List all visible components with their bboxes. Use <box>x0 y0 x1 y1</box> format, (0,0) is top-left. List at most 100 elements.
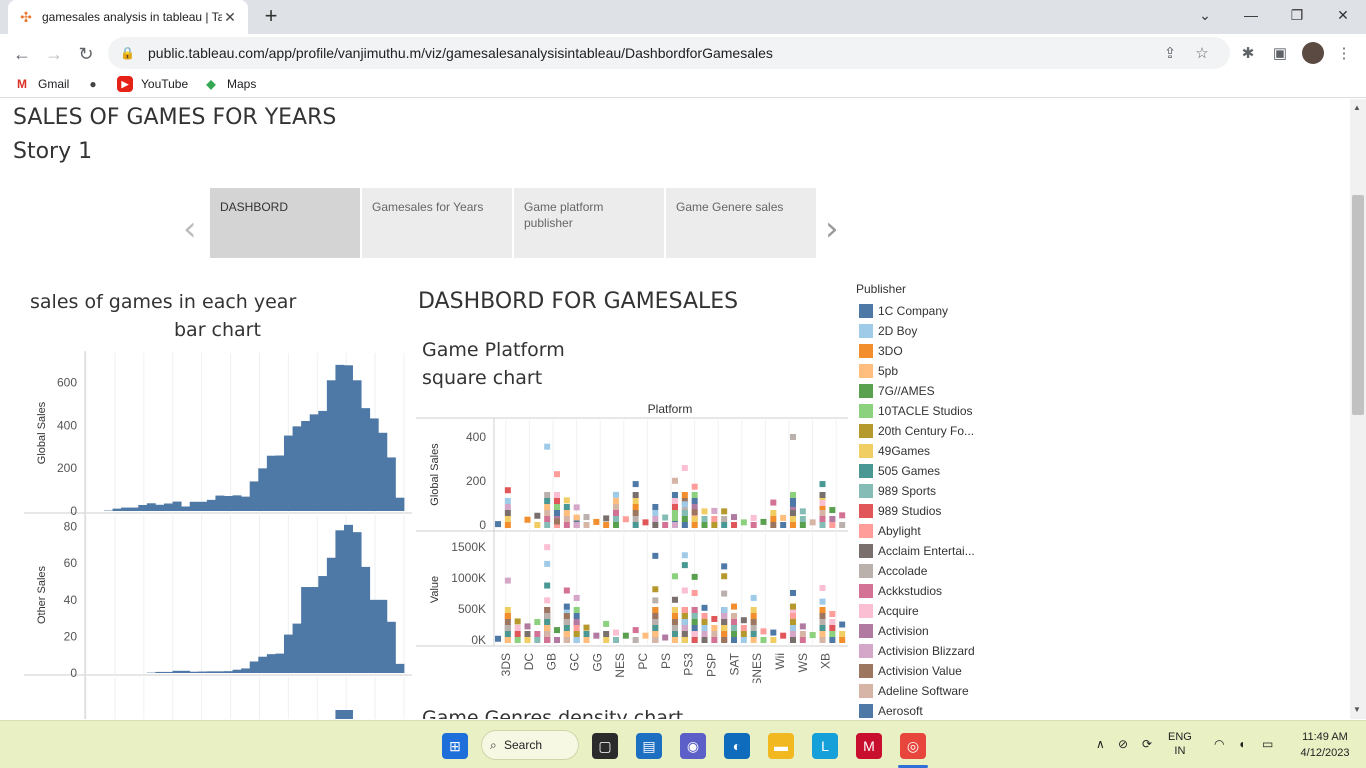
legend-item[interactable]: 989 Studios <box>856 501 996 521</box>
extensions-puzzle-icon[interactable]: ✱ <box>1236 42 1260 66</box>
data-square <box>740 519 747 526</box>
close-window-button[interactable]: ✕ <box>1320 0 1366 30</box>
legend-item[interactable]: Aerosoft <box>856 701 996 719</box>
back-button[interactable]: ← <box>8 40 36 68</box>
file-explorer-icon[interactable]: ▬ <box>768 733 794 759</box>
legend-item[interactable]: 3DO <box>856 341 996 361</box>
bookmark-star-icon[interactable]: ☆ <box>1186 44 1218 62</box>
volume-icon[interactable]: ◖ <box>1238 737 1245 751</box>
dashboard-title: DASHBORD FOR GAMESALES <box>418 289 739 314</box>
tab-search-chevron-icon[interactable]: ⌄ <box>1182 0 1228 30</box>
bookmark-maps[interactable]: ◆ Maps <box>203 76 256 92</box>
share-icon[interactable]: ⇪ <box>1154 44 1186 62</box>
legend-item[interactable]: 49Games <box>856 441 996 461</box>
bookmark-youtube[interactable]: ▶ YouTube <box>117 76 188 92</box>
task-view-icon[interactable]: ▢ <box>592 733 618 759</box>
story-point-platform-publisher[interactable]: Game platform publisher <box>514 188 664 258</box>
y-axis-title: Global Sales <box>36 401 48 464</box>
legend-item[interactable]: 2D Boy <box>856 321 996 341</box>
language-indicator[interactable]: ENG IN <box>1168 730 1192 758</box>
network-off-icon[interactable]: ⊘ <box>1118 737 1128 751</box>
legend-item[interactable]: Ackkstudios <box>856 581 996 601</box>
legend-item[interactable]: 505 Games <box>856 461 996 481</box>
app-l-icon[interactable]: L <box>812 733 838 759</box>
legend-item[interactable]: Activision Value <box>856 661 996 681</box>
story-next-arrow-icon[interactable]: › <box>825 209 839 249</box>
data-square <box>514 625 521 631</box>
data-square <box>603 515 610 522</box>
legend-swatch <box>859 644 873 658</box>
chrome-icon[interactable]: ◎ <box>900 733 926 759</box>
legend-item[interactable]: 20th Century Fo... <box>856 421 996 441</box>
story-point-gamesales-years[interactable]: Gamesales for Years <box>362 188 512 258</box>
edge-icon[interactable]: ◐ <box>724 733 750 759</box>
legend-item[interactable]: 5pb <box>856 361 996 381</box>
start-windows-icon[interactable]: ⊞ <box>442 733 468 759</box>
reload-button[interactable]: ↻ <box>72 40 100 68</box>
close-tab-icon[interactable]: ✕ <box>222 9 238 26</box>
system-clock[interactable]: 11:49 AM 4/12/2023 <box>1290 729 1360 761</box>
legend-item[interactable]: 7G//AMES <box>856 381 996 401</box>
data-square <box>672 504 678 510</box>
forward-button[interactable]: → <box>40 40 68 68</box>
legend-label: Adeline Software <box>878 684 969 698</box>
side-panel-icon[interactable]: ▣ <box>1268 42 1292 66</box>
legend-item[interactable]: Accolade <box>856 561 996 581</box>
legend-item[interactable]: Abylight <box>856 521 996 541</box>
profile-avatar[interactable] <box>1302 42 1324 64</box>
data-square <box>544 498 551 504</box>
data-square <box>701 631 708 637</box>
data-square <box>593 518 600 525</box>
mcafee-icon[interactable]: M <box>856 733 882 759</box>
bookmark-globe[interactable]: ● <box>85 76 109 92</box>
data-square <box>573 637 580 643</box>
browser-tab[interactable]: ✣ gamesales analysis in tableau | Ta ✕ <box>8 0 248 34</box>
legend-item[interactable]: 10TACLE Studios <box>856 401 996 421</box>
data-square <box>632 492 639 498</box>
wifi-icon[interactable]: ◠ <box>1214 737 1224 751</box>
legend-item[interactable]: 1C Company <box>856 301 996 321</box>
new-tab-button[interactable]: + <box>258 4 284 30</box>
scrollbar-thumb[interactable] <box>1352 195 1364 415</box>
legend-item[interactable]: Acclaim Entertai... <box>856 541 996 561</box>
legend-item[interactable]: Activision <box>856 621 996 641</box>
widgets-icon[interactable]: ▤ <box>636 733 662 759</box>
legend-item[interactable]: 989 Sports <box>856 481 996 501</box>
address-bar[interactable]: 🔒 public.tableau.com/app/profile/vanjimu… <box>108 37 1230 69</box>
story-point-dashbord[interactable]: DASHBORD <box>210 188 360 258</box>
minimize-button[interactable]: — <box>1228 0 1274 30</box>
data-square <box>750 607 757 613</box>
sync-icon[interactable]: ⟳ <box>1142 737 1152 751</box>
platform-square-chart: Platform 0 200 400 Global Sales 0K 500K 1000K 15… <box>416 402 848 683</box>
story-prev-arrow-icon[interactable]: ‹ <box>183 209 197 249</box>
legend-item[interactable]: Acquire <box>856 601 996 621</box>
battery-icon[interactable]: ▭ <box>1262 737 1273 751</box>
data-square <box>672 477 678 484</box>
data-square <box>770 637 777 643</box>
data-square <box>642 632 649 639</box>
bookmark-gmail[interactable]: M Gmail <box>14 76 69 92</box>
data-square <box>750 625 757 631</box>
story-point-genere-sales[interactable]: Game Genere sales <box>666 188 816 258</box>
taskbar-search[interactable]: ⌕ Search <box>481 730 579 760</box>
kebab-menu-icon[interactable]: ⋮ <box>1332 42 1356 66</box>
language-code: ENG <box>1168 731 1192 743</box>
page-scrollbar[interactable]: ▲ ▼ <box>1350 99 1366 719</box>
data-square <box>701 522 708 528</box>
scroll-down-icon[interactable]: ▼ <box>1353 705 1361 714</box>
data-square <box>613 498 619 504</box>
restore-button[interactable]: ❐ <box>1274 0 1320 30</box>
legend-item[interactable]: Activision Blizzard <box>856 641 996 661</box>
year-bar <box>198 501 208 511</box>
year-bar <box>241 496 251 511</box>
data-square <box>721 590 728 597</box>
data-square <box>632 498 639 504</box>
platform-chart-title-line2: square chart <box>422 367 543 389</box>
legend-item[interactable]: Adeline Software <box>856 681 996 701</box>
teams-chat-icon[interactable]: ◉ <box>680 733 706 759</box>
scroll-up-icon[interactable]: ▲ <box>1353 103 1361 112</box>
year-bar <box>266 455 276 511</box>
data-square <box>790 603 796 610</box>
year-bar <box>155 671 165 673</box>
show-hidden-icons-chevron-icon[interactable]: ∧ <box>1096 737 1105 751</box>
